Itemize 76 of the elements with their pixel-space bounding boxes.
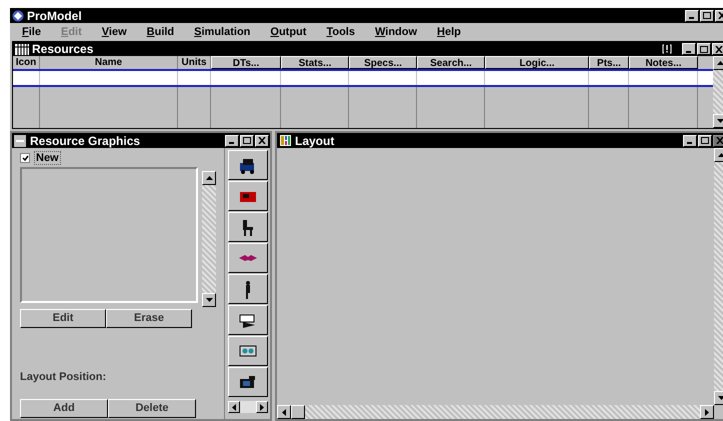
graphic-button[interactable] bbox=[228, 305, 268, 335]
column-header[interactable]: Pts... bbox=[589, 56, 629, 69]
maximize-icon bbox=[703, 12, 711, 19]
window-menu-icon bbox=[14, 134, 26, 146]
close-icon bbox=[716, 137, 723, 144]
horizontal-scrollbar[interactable] bbox=[277, 405, 714, 419]
push-button[interactable]: Delete bbox=[108, 399, 196, 418]
minimize-button[interactable] bbox=[685, 10, 699, 22]
layout-icon bbox=[280, 135, 291, 146]
menu-item[interactable]: Help bbox=[431, 24, 467, 40]
push-button[interactable]: Erase bbox=[106, 309, 192, 328]
menu-item[interactable]: File bbox=[16, 24, 47, 40]
close-icon bbox=[715, 46, 723, 52]
graphic-button[interactable] bbox=[228, 150, 268, 180]
right-arrow-icon bbox=[260, 404, 264, 410]
checkbox[interactable] bbox=[20, 153, 30, 163]
menu-item[interactable]: Output bbox=[264, 24, 312, 40]
graphic-button[interactable] bbox=[228, 336, 268, 366]
push-button[interactable]: Add bbox=[20, 399, 108, 418]
graphic-button[interactable] bbox=[228, 274, 268, 304]
up-arrow-icon bbox=[716, 61, 723, 65]
layout-position-label: Layout Position: bbox=[20, 370, 108, 384]
column-header[interactable]: Specs... bbox=[349, 56, 417, 69]
menu-item[interactable]: Build bbox=[140, 24, 180, 40]
left-arrow-icon bbox=[282, 408, 286, 416]
maximize-icon bbox=[243, 137, 251, 144]
down-arrow-icon bbox=[206, 298, 212, 302]
close-button[interactable] bbox=[712, 43, 723, 55]
up-arrow-icon bbox=[718, 153, 723, 157]
minimize-button[interactable] bbox=[683, 134, 697, 146]
menu-item[interactable]: Window bbox=[368, 24, 424, 40]
vertical-scrollbar[interactable] bbox=[713, 56, 723, 128]
app-icon bbox=[12, 10, 25, 22]
right-arrow-icon bbox=[705, 408, 709, 416]
window-title: ProModel bbox=[27, 8, 83, 24]
column-header: Units bbox=[178, 56, 211, 69]
graphic-button[interactable] bbox=[228, 243, 268, 273]
close-button[interactable] bbox=[713, 134, 723, 146]
window-title: Layout bbox=[295, 132, 336, 150]
horizontal-scrollbar[interactable] bbox=[228, 401, 268, 413]
column-header[interactable]: Search... bbox=[417, 56, 485, 69]
menu-item[interactable]: View bbox=[96, 24, 133, 40]
maximize-button[interactable] bbox=[697, 43, 711, 55]
down-arrow-icon bbox=[718, 396, 723, 400]
maximize-button[interactable] bbox=[240, 134, 254, 146]
graphics-list[interactable] bbox=[20, 167, 198, 303]
column-header: Name bbox=[40, 56, 178, 69]
scroll-thumb[interactable] bbox=[291, 405, 305, 419]
minimize-button[interactable] bbox=[225, 134, 239, 146]
up-arrow-icon bbox=[206, 176, 212, 180]
maximize-button[interactable] bbox=[698, 134, 712, 146]
checkbox-label: New bbox=[34, 151, 61, 165]
column-header[interactable]: DTs... bbox=[211, 56, 281, 69]
left-arrow-icon bbox=[232, 404, 236, 410]
maximize-icon bbox=[700, 46, 708, 52]
close-button[interactable] bbox=[255, 134, 269, 146]
window-title: Resource Graphics bbox=[30, 132, 142, 150]
column-header[interactable]: Logic... bbox=[485, 56, 589, 69]
menu-item[interactable]: Tools bbox=[320, 24, 361, 40]
person-icon bbox=[244, 280, 250, 298]
graphic-button[interactable] bbox=[228, 212, 268, 242]
column-header[interactable]: Notes... bbox=[629, 56, 698, 69]
vertical-scrollbar[interactable] bbox=[202, 171, 216, 307]
window-title: Resources bbox=[32, 41, 94, 58]
graphic-button[interactable] bbox=[228, 367, 268, 397]
maximize-icon bbox=[701, 137, 709, 144]
maximize-button[interactable] bbox=[700, 10, 714, 22]
column-header[interactable]: Stats... bbox=[281, 56, 349, 69]
menu-item[interactable]: Simulation bbox=[188, 24, 256, 40]
minimize-button[interactable] bbox=[682, 43, 696, 55]
column-header: Icon bbox=[13, 56, 40, 69]
push-button[interactable]: Edit bbox=[20, 309, 106, 328]
down-arrow-icon bbox=[716, 119, 723, 123]
graphic-button[interactable] bbox=[228, 181, 268, 211]
alert-icon bbox=[662, 44, 672, 54]
close-icon bbox=[258, 137, 266, 144]
